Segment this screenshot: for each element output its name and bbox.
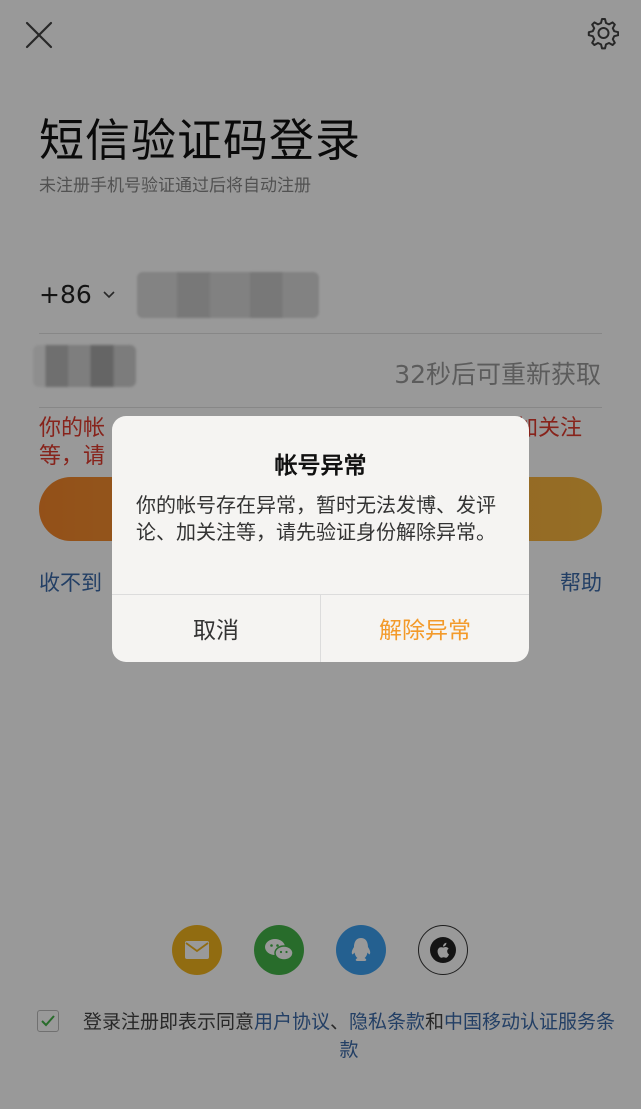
account-abnormal-dialog: 帐号异常 你的帐号存在异常，暂时无法发博、发评论、加关注等，请先验证身份解除异常… — [112, 416, 529, 662]
cancel-button[interactable]: 取消 — [112, 594, 320, 662]
resolve-abnormal-button[interactable]: 解除异常 — [321, 594, 529, 662]
dialog-title: 帐号异常 — [274, 453, 367, 479]
dialog-message: 你的帐号存在异常，暂时无法发博、发评论、加关注等，请先验证身份解除异常。 — [136, 493, 496, 544]
